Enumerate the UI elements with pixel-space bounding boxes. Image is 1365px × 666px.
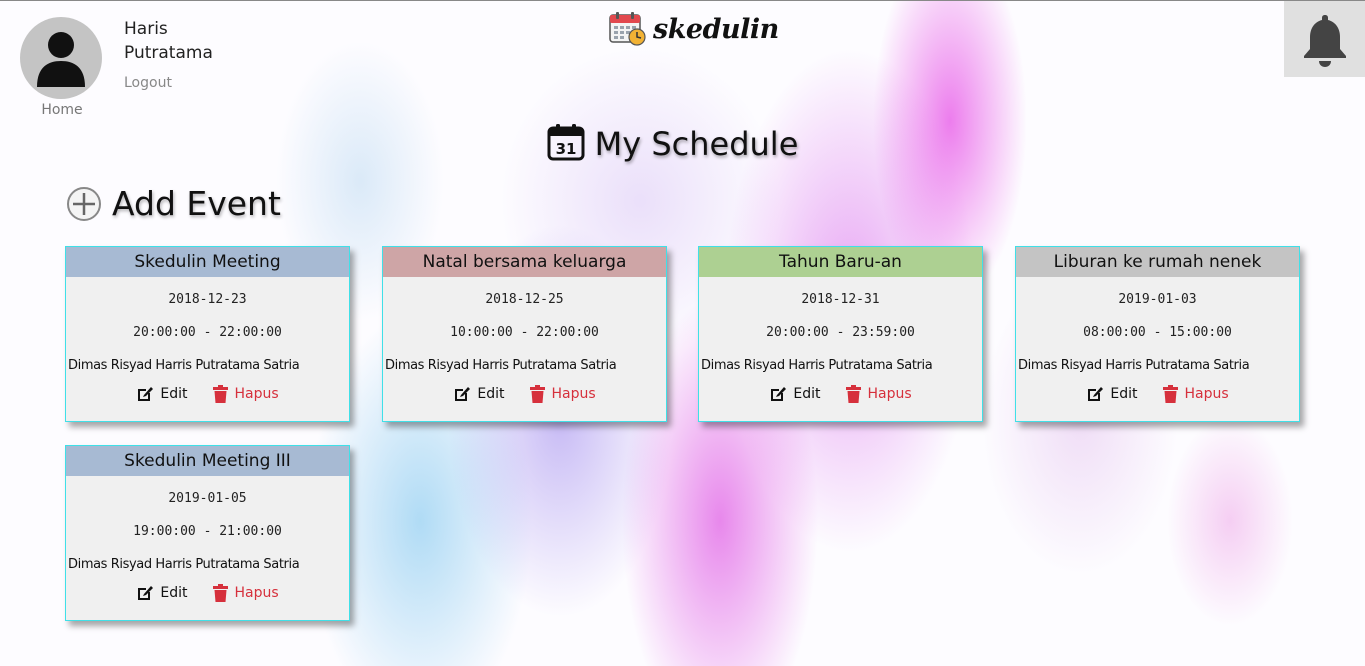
edit-label: Edit bbox=[160, 386, 188, 402]
add-event-button[interactable]: Add Event bbox=[66, 184, 281, 223]
trash-icon bbox=[530, 385, 546, 403]
user-avatar-icon bbox=[37, 32, 85, 87]
calendar-31-icon: 31 bbox=[547, 124, 585, 161]
event-title: Tahun Baru-an bbox=[699, 247, 982, 277]
event-card: Natal bersama keluarga 2018-12-25 10:00:… bbox=[382, 246, 667, 422]
edit-label: Edit bbox=[477, 386, 505, 402]
bell-icon bbox=[1303, 15, 1346, 67]
svg-text:31: 31 bbox=[555, 140, 576, 158]
delete-label: Hapus bbox=[234, 585, 279, 601]
edit-icon bbox=[138, 586, 154, 600]
page-header: 31 My Schedule bbox=[0, 124, 1365, 163]
edit-label: Edit bbox=[793, 386, 821, 402]
calendar-clock-icon bbox=[609, 12, 646, 46]
event-actions: Edit Hapus bbox=[66, 385, 349, 403]
event-card: Liburan ke rumah nenek 2019-01-03 08:00:… bbox=[1015, 246, 1300, 422]
event-members: Dimas Risyad Harris Putratama Satria bbox=[385, 358, 617, 373]
event-members: Dimas Risyad Harris Putratama Satria bbox=[68, 358, 300, 373]
event-time: 08:00:00 - 15:00:00 bbox=[1083, 325, 1232, 340]
event-time: 20:00:00 - 22:00:00 bbox=[133, 325, 282, 340]
event-time: 20:00:00 - 23:59:00 bbox=[766, 325, 915, 340]
event-date: 2018-12-25 bbox=[485, 292, 564, 307]
edit-button[interactable]: Edit bbox=[1086, 385, 1137, 403]
event-members: Dimas Risyad Harris Putratama Satria bbox=[701, 358, 933, 373]
event-time: 10:00:00 - 22:00:00 bbox=[450, 325, 599, 340]
event-actions: Edit Hapus bbox=[383, 385, 666, 403]
user-avatar[interactable] bbox=[20, 17, 102, 99]
notification-button[interactable] bbox=[1284, 1, 1365, 77]
edit-icon bbox=[771, 387, 787, 401]
page-title: My Schedule bbox=[594, 125, 799, 163]
delete-button[interactable]: Hapus bbox=[530, 385, 596, 403]
delete-label: Hapus bbox=[1184, 386, 1229, 402]
edit-button[interactable]: Edit bbox=[769, 385, 820, 403]
brand-name: skedulin bbox=[653, 13, 779, 45]
event-title: Skedulin Meeting III bbox=[66, 446, 349, 476]
trash-icon bbox=[846, 385, 862, 403]
delete-label: Hapus bbox=[551, 386, 596, 402]
event-card: Skedulin Meeting III 2019-01-05 19:00:00… bbox=[65, 445, 350, 621]
trash-icon bbox=[1163, 385, 1179, 403]
edit-label: Edit bbox=[160, 585, 188, 601]
brand-logo[interactable]: skedulin bbox=[609, 9, 779, 49]
add-event-label: Add Event bbox=[112, 184, 281, 223]
event-actions: Edit Hapus bbox=[1016, 385, 1299, 403]
edit-label: Edit bbox=[1110, 386, 1138, 402]
delete-label: Hapus bbox=[234, 386, 279, 402]
trash-icon bbox=[213, 584, 229, 602]
edit-button[interactable]: Edit bbox=[136, 385, 187, 403]
home-link[interactable]: Home bbox=[20, 102, 104, 118]
edit-icon bbox=[138, 387, 154, 401]
event-card: Skedulin Meeting 2018-12-23 20:00:00 - 2… bbox=[65, 246, 350, 422]
edit-icon bbox=[1088, 387, 1104, 401]
delete-button[interactable]: Hapus bbox=[213, 584, 279, 602]
edit-button[interactable]: Edit bbox=[136, 584, 187, 602]
event-date: 2019-01-03 bbox=[1118, 292, 1197, 307]
event-actions: Edit Hapus bbox=[699, 385, 982, 403]
edit-button[interactable]: Edit bbox=[453, 385, 504, 403]
delete-button[interactable]: Hapus bbox=[213, 385, 279, 403]
plus-circle-icon bbox=[67, 186, 101, 221]
event-time: 19:00:00 - 21:00:00 bbox=[133, 524, 282, 539]
delete-label: Hapus bbox=[867, 386, 912, 402]
event-title: Liburan ke rumah nenek bbox=[1016, 247, 1299, 277]
event-actions: Edit Hapus bbox=[66, 584, 349, 602]
delete-button[interactable]: Hapus bbox=[1163, 385, 1229, 403]
event-date: 2018-12-23 bbox=[168, 292, 247, 307]
edit-icon bbox=[455, 387, 471, 401]
event-members: Dimas Risyad Harris Putratama Satria bbox=[68, 557, 300, 572]
logout-link[interactable]: Logout bbox=[124, 75, 172, 91]
event-title: Natal bersama keluarga bbox=[383, 247, 666, 277]
event-card: Tahun Baru-an 2018-12-31 20:00:00 - 23:5… bbox=[698, 246, 983, 422]
delete-button[interactable]: Hapus bbox=[846, 385, 912, 403]
event-date: 2019-01-05 bbox=[168, 491, 247, 506]
event-date: 2018-12-31 bbox=[801, 292, 880, 307]
user-name: Haris Putratama bbox=[124, 19, 213, 63]
trash-icon bbox=[213, 385, 229, 403]
event-members: Dimas Risyad Harris Putratama Satria bbox=[1018, 358, 1250, 373]
event-title: Skedulin Meeting bbox=[66, 247, 349, 277]
